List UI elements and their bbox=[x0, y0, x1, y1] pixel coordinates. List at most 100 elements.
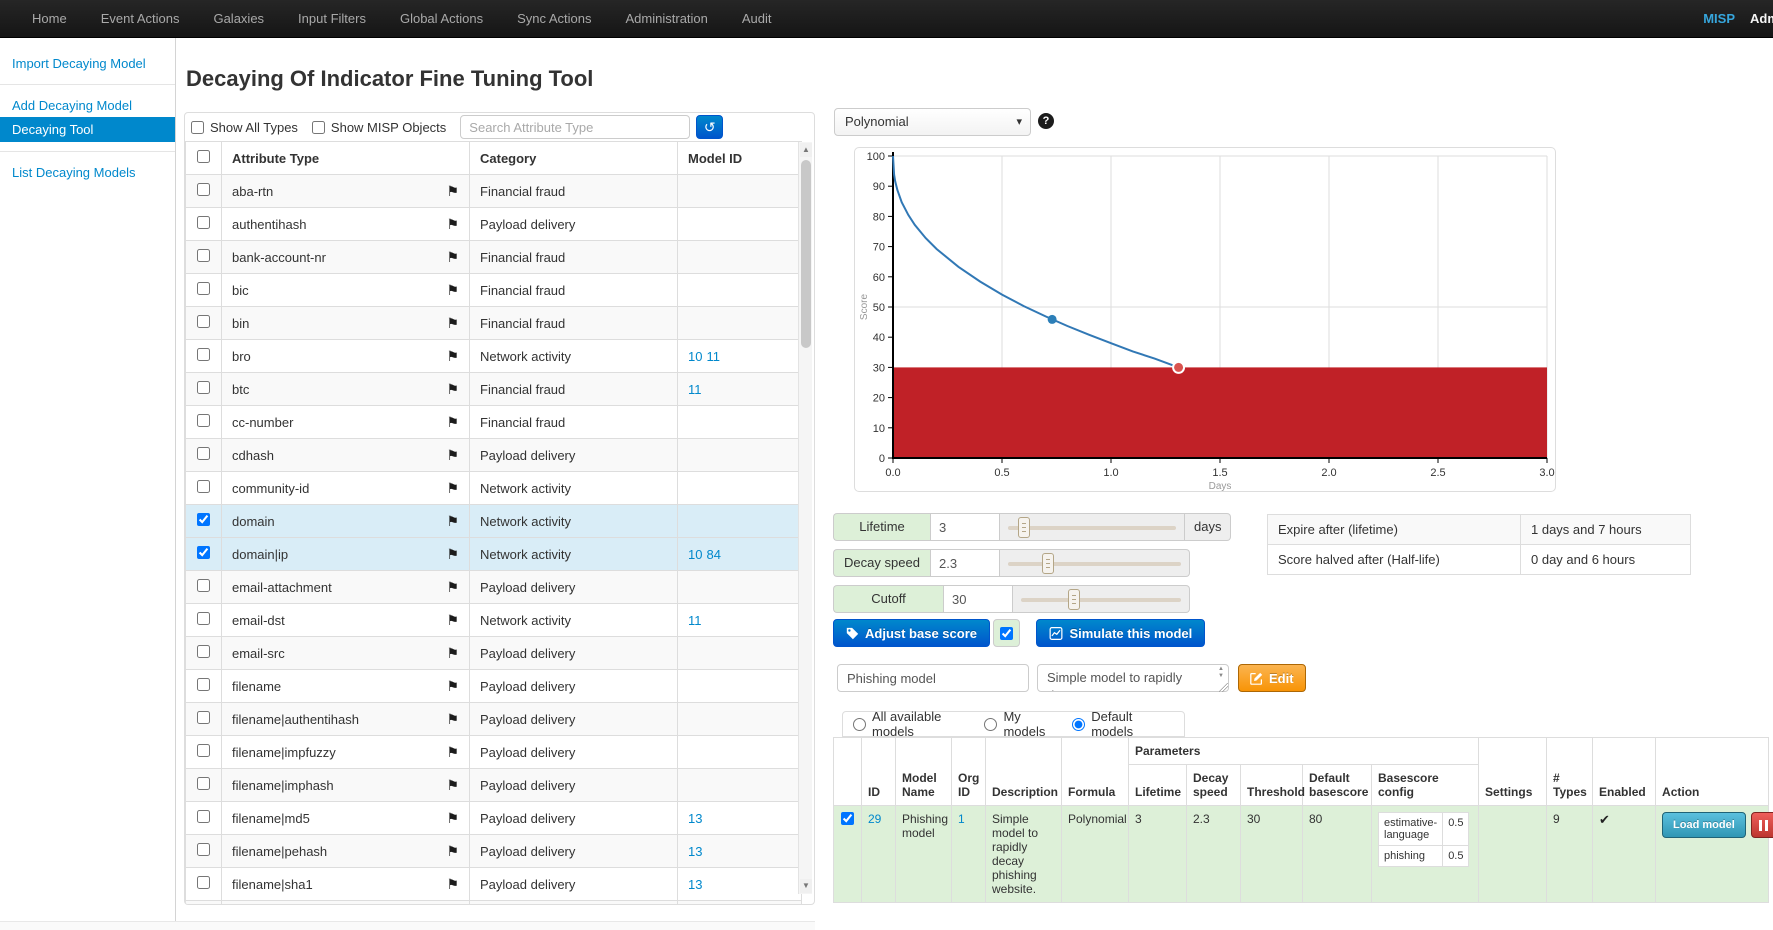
model-id-link[interactable]: 10 bbox=[688, 547, 702, 562]
model-id-link[interactable]: 13 bbox=[688, 811, 702, 826]
nav-item-galaxies[interactable]: Galaxies bbox=[196, 0, 281, 38]
attribute-row-checkbox[interactable] bbox=[197, 579, 210, 592]
flag-icon[interactable]: ⚑ bbox=[446, 447, 459, 464]
flag-icon[interactable]: ⚑ bbox=[446, 183, 459, 200]
attribute-row[interactable]: cc-number⚑Financial fraud bbox=[186, 406, 802, 439]
attribute-row-checkbox[interactable] bbox=[197, 678, 210, 691]
cutoff-threshold-input[interactable] bbox=[943, 585, 1013, 613]
attribute-row-checkbox[interactable] bbox=[197, 414, 210, 427]
sidebar-item-list-decaying-models[interactable]: List Decaying Models bbox=[0, 161, 175, 184]
flag-icon[interactable]: ⚑ bbox=[446, 513, 459, 530]
flag-icon[interactable]: ⚑ bbox=[446, 876, 459, 893]
model-row-checkbox[interactable] bbox=[841, 812, 854, 825]
radio-my-models-label[interactable]: My models bbox=[1003, 709, 1056, 739]
attribute-row-checkbox[interactable] bbox=[197, 876, 210, 889]
refresh-button[interactable]: ↺ bbox=[696, 115, 723, 139]
nav-item-sync-actions[interactable]: Sync Actions bbox=[500, 0, 608, 38]
scrollbar-down-arrow[interactable]: ▼ bbox=[800, 879, 812, 893]
flag-icon[interactable]: ⚑ bbox=[446, 216, 459, 233]
flag-icon[interactable]: ⚑ bbox=[446, 744, 459, 761]
flag-icon[interactable]: ⚑ bbox=[446, 381, 459, 398]
show-misp-objects-label[interactable]: Show MISP Objects bbox=[331, 120, 446, 135]
edit-model-button[interactable]: Edit bbox=[1238, 664, 1306, 692]
flag-icon[interactable]: ⚑ bbox=[446, 579, 459, 596]
attribute-row[interactable]: filename|authentihash⚑Payload delivery bbox=[186, 703, 802, 736]
flag-icon[interactable]: ⚑ bbox=[446, 348, 459, 365]
search-input[interactable] bbox=[460, 115, 690, 139]
attribute-row-checkbox[interactable] bbox=[197, 447, 210, 460]
flag-icon[interactable]: ⚑ bbox=[446, 612, 459, 629]
attribute-row[interactable]: email-dst⚑Network activity11 bbox=[186, 604, 802, 637]
decay-speed-slider[interactable] bbox=[1000, 549, 1190, 577]
model-id-link[interactable]: 11 bbox=[688, 382, 702, 397]
flag-icon[interactable]: ⚑ bbox=[446, 282, 459, 299]
attribute-row-checkbox[interactable] bbox=[197, 513, 210, 526]
sidebar-item-import-decaying-model[interactable]: Import Decaying Model bbox=[0, 52, 175, 75]
scrollbar-up-arrow[interactable]: ▲ bbox=[800, 143, 812, 157]
nav-item-home[interactable]: Home bbox=[15, 0, 84, 38]
attribute-row[interactable]: filename|pehash⚑Payload delivery13 bbox=[186, 835, 802, 868]
cutoff-threshold-slider[interactable] bbox=[1013, 585, 1190, 613]
attribute-row-checkbox[interactable] bbox=[197, 183, 210, 196]
navbar-user[interactable]: Admin bbox=[1750, 11, 1773, 26]
lifetime-input[interactable] bbox=[930, 513, 1000, 541]
decay-speed-slider-track[interactable] bbox=[1008, 562, 1181, 566]
attribute-row[interactable]: aba-rtn⚑Financial fraud bbox=[186, 175, 802, 208]
nav-item-audit[interactable]: Audit bbox=[725, 0, 789, 38]
model-id-link[interactable]: 10 bbox=[688, 349, 702, 364]
flag-icon[interactable]: ⚑ bbox=[446, 546, 459, 563]
attribute-row-checkbox[interactable] bbox=[197, 282, 210, 295]
attribute-row-checkbox[interactable] bbox=[197, 645, 210, 658]
model-id-link[interactable]: 13 bbox=[688, 877, 702, 892]
attribute-row-checkbox[interactable] bbox=[197, 315, 210, 328]
attribute-row-checkbox[interactable] bbox=[197, 777, 210, 790]
flag-icon[interactable]: ⚑ bbox=[446, 777, 459, 794]
attribute-row[interactable]: bank-account-nr⚑Financial fraud bbox=[186, 241, 802, 274]
sidebar-item-add-decaying-model[interactable]: Add Decaying Model bbox=[0, 94, 175, 117]
model-row-phishing[interactable]: 29 Phishing model 1 Simple model to rapi… bbox=[834, 806, 1769, 903]
attribute-row[interactable]: filename⚑Payload delivery bbox=[186, 670, 802, 703]
help-icon[interactable]: ? bbox=[1038, 113, 1054, 129]
attribute-row-checkbox[interactable] bbox=[197, 810, 210, 823]
attribute-row[interactable]: filename|imphash⚑Payload delivery bbox=[186, 769, 802, 802]
flag-icon[interactable]: ⚑ bbox=[446, 480, 459, 497]
attribute-row-checkbox[interactable] bbox=[197, 612, 210, 625]
model-name-input[interactable] bbox=[837, 664, 1029, 692]
attribute-row[interactable]: bro⚑Network activity1011 bbox=[186, 340, 802, 373]
attribute-row[interactable]: domain|ip⚑Network activity1084 bbox=[186, 538, 802, 571]
nav-item-administration[interactable]: Administration bbox=[609, 0, 725, 38]
attribute-row-checkbox[interactable] bbox=[197, 711, 210, 724]
current-score-point[interactable] bbox=[1048, 315, 1057, 324]
attribute-row[interactable]: bin⚑Financial fraud bbox=[186, 307, 802, 340]
decay-speed-slider-handle[interactable] bbox=[1042, 553, 1054, 574]
model-id-link[interactable]: 13 bbox=[688, 844, 702, 859]
nav-item-event-actions[interactable]: Event Actions bbox=[84, 0, 197, 38]
attribute-row-checkbox[interactable] bbox=[197, 216, 210, 229]
flag-icon[interactable]: ⚑ bbox=[446, 249, 459, 266]
flag-icon[interactable]: ⚑ bbox=[446, 645, 459, 662]
attribute-row[interactable]: bic⚑Financial fraud bbox=[186, 274, 802, 307]
textarea-resize-grip[interactable] bbox=[1219, 683, 1228, 692]
radio-default-models[interactable] bbox=[1072, 718, 1085, 731]
adjust-base-score-button[interactable]: Adjust base score bbox=[833, 619, 990, 647]
attribute-row[interactable]: email-src⚑Payload delivery bbox=[186, 637, 802, 670]
show-misp-objects-checkbox[interactable] bbox=[312, 121, 325, 134]
load-model-button[interactable]: Load model bbox=[1662, 812, 1746, 838]
attribute-row[interactable]: filename|md5⚑Payload delivery13 bbox=[186, 802, 802, 835]
attribute-row[interactable]: cdhash⚑Payload delivery bbox=[186, 439, 802, 472]
flag-icon[interactable]: ⚑ bbox=[446, 678, 459, 695]
attribute-row[interactable]: domain⚑Network activity bbox=[186, 505, 802, 538]
model-id-link[interactable]: 84 bbox=[706, 547, 720, 562]
model-id-link[interactable]: 29 bbox=[868, 812, 881, 826]
cutoff-threshold-slider-track[interactable] bbox=[1021, 598, 1181, 602]
radio-all-available-models[interactable] bbox=[853, 718, 866, 731]
textarea-scroll-arrows[interactable]: ▲▼ bbox=[1215, 666, 1227, 680]
attribute-row-checkbox[interactable] bbox=[197, 480, 210, 493]
attribute-row[interactable]: btc⚑Financial fraud11 bbox=[186, 373, 802, 406]
model-description-textarea[interactable]: Simple model to rapidly decay bbox=[1037, 664, 1229, 692]
scrollbar-thumb[interactable] bbox=[801, 160, 811, 348]
attribute-row-checkbox[interactable] bbox=[197, 843, 210, 856]
disable-model-button[interactable] bbox=[1751, 812, 1773, 838]
sidebar-item-decaying-tool[interactable]: Decaying Tool bbox=[0, 117, 175, 142]
radio-all-available-models-label[interactable]: All available models bbox=[872, 709, 968, 739]
